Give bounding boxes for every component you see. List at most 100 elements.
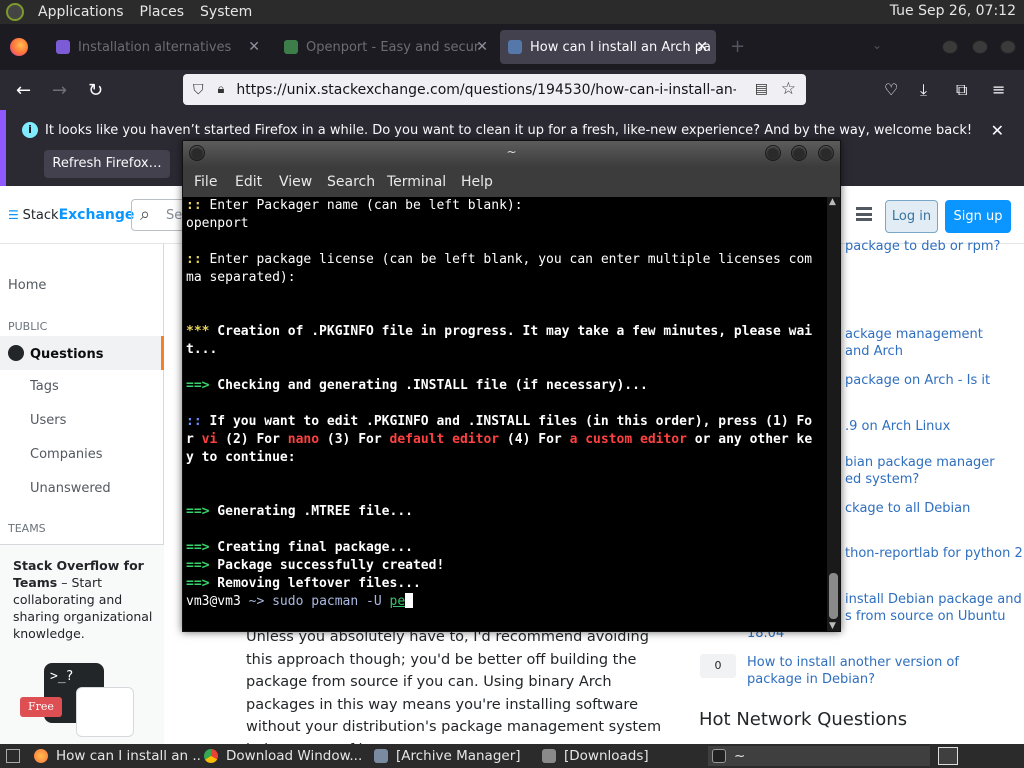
tab-how-can-i-install[interactable]: How can I install an Arch pa ✕ bbox=[500, 30, 716, 64]
chrome-icon bbox=[204, 749, 218, 763]
prompt-arrow: ~> bbox=[240, 594, 273, 609]
terminal-menu-button[interactable] bbox=[189, 145, 205, 161]
term-text: r bbox=[186, 432, 202, 447]
bookmark-star-icon[interactable]: ☆ bbox=[781, 79, 796, 99]
window-maximize-button[interactable] bbox=[972, 40, 988, 54]
signup-button[interactable]: Sign up bbox=[945, 200, 1011, 233]
nav-tags[interactable]: Tags bbox=[30, 379, 59, 394]
term-prefix: :: bbox=[186, 252, 202, 267]
url-bar[interactable]: ⛉ 🔒︎ https://unix.stackexchange.com/ques… bbox=[183, 74, 806, 105]
logo-text-b: Exchange bbox=[58, 207, 135, 223]
terminal-prompt-line[interactable]: vm3@vm3 ~> sudo pacman -U pe bbox=[186, 593, 826, 611]
downloads-icon[interactable]: ⤓ bbox=[920, 80, 927, 100]
navigation-toolbar: ← → ↻ ⛉ 🔒︎ https://unix.stackexchange.co… bbox=[0, 70, 1024, 110]
related-link[interactable]: How to install another version of packag… bbox=[747, 654, 1017, 688]
scroll-down-arrow-icon[interactable]: ▼ bbox=[829, 621, 836, 631]
related-link[interactable]: bian package manager bbox=[845, 454, 995, 471]
extensions-puzzle-icon[interactable]: ⧉ bbox=[956, 80, 967, 100]
taskbar-item-terminal[interactable]: ~ bbox=[708, 746, 930, 766]
terminal-menu-file[interactable]: File bbox=[194, 174, 217, 190]
tracking-shield-icon[interactable]: ⛉ bbox=[193, 82, 204, 98]
taskbar-item-downloads[interactable]: [Downloads] bbox=[542, 746, 708, 766]
reader-view-icon[interactable]: ▤ bbox=[755, 81, 768, 97]
taskbar-item-archive-manager[interactable]: [Archive Manager] bbox=[374, 746, 540, 766]
related-link[interactable]: s from source on Ubuntu bbox=[845, 608, 1006, 625]
tab-installation-alternatives[interactable]: Installation alternatives ✕ bbox=[48, 30, 268, 64]
term-highlight: default editor bbox=[389, 432, 500, 447]
nav-unanswered[interactable]: Unanswered bbox=[30, 481, 111, 496]
distro-logo-icon[interactable] bbox=[6, 3, 24, 21]
teams-promo[interactable]: Stack Overflow for Teams – Start collabo… bbox=[0, 544, 164, 744]
related-link[interactable]: install Debian package and bbox=[845, 591, 1022, 608]
related-link[interactable]: ckage to all Debian bbox=[845, 500, 970, 517]
nav-users[interactable]: Users bbox=[30, 413, 66, 428]
nav-companies[interactable]: Companies bbox=[30, 447, 103, 462]
answer-body: Unless you absolutely have to, I'd recom… bbox=[246, 629, 662, 758]
scroll-up-arrow-icon[interactable]: ▲ bbox=[829, 197, 836, 207]
related-link[interactable]: and Arch bbox=[845, 343, 903, 360]
lock-icon[interactable]: 🔒︎ bbox=[218, 82, 225, 97]
teams-illus-prompt: >_? bbox=[50, 669, 74, 684]
tab-openport[interactable]: Openport - Easy and secur ✕ bbox=[276, 30, 496, 64]
terminal-menu-help[interactable]: Help bbox=[461, 174, 493, 190]
terminal-menu-edit[interactable]: Edit bbox=[235, 174, 262, 190]
site-switcher-icon[interactable] bbox=[856, 207, 872, 221]
forward-arrow-icon[interactable]: → bbox=[52, 80, 67, 101]
related-link[interactable]: package on Arch - Is it bbox=[845, 372, 990, 389]
url-text[interactable]: https://unix.stackexchange.com/questions… bbox=[236, 82, 736, 98]
taskbar-item-chrome[interactable]: Download Window... bbox=[204, 746, 370, 766]
stackexchange-logo[interactable]: ☰ StackExchange bbox=[8, 207, 134, 223]
terminal-maximize-button[interactable] bbox=[791, 145, 807, 161]
tab-list-chevron-down-icon[interactable]: ⌄ bbox=[872, 38, 882, 52]
workspace-switcher[interactable] bbox=[938, 747, 958, 765]
terminal-minimize-button[interactable] bbox=[765, 145, 781, 161]
teams-checklist-illustration bbox=[76, 687, 134, 737]
term-prefix: ==> bbox=[186, 504, 210, 519]
menu-places[interactable]: Places bbox=[132, 4, 193, 20]
pocket-icon[interactable]: ♡ bbox=[884, 80, 898, 99]
related-link[interactable]: package to deb or rpm? bbox=[845, 238, 1000, 255]
nav-home[interactable]: Home bbox=[8, 278, 46, 293]
notification-close-icon[interactable]: ✕ bbox=[991, 121, 1004, 140]
menu-applications[interactable]: Applications bbox=[30, 4, 132, 20]
terminal-close-button[interactable] bbox=[818, 145, 834, 161]
related-link[interactable]: thon-reportlab for python 2 bbox=[845, 545, 1023, 562]
back-arrow-icon[interactable]: ← bbox=[16, 80, 31, 101]
panel-clock[interactable]: Tue Sep 26, 07:12 bbox=[890, 3, 1016, 19]
nav-questions-label: Questions bbox=[30, 347, 104, 362]
term-prefix: :: bbox=[186, 414, 202, 429]
terminal-output[interactable]: :: Enter Packager name (can be left blan… bbox=[186, 197, 826, 631]
nav-questions[interactable]: Questions bbox=[8, 345, 103, 362]
terminal-menu-terminal[interactable]: Terminal bbox=[387, 174, 446, 190]
reload-icon[interactable]: ↻ bbox=[88, 80, 103, 101]
terminal-menu-view[interactable]: View bbox=[279, 174, 312, 190]
tab-close-icon[interactable]: ✕ bbox=[696, 39, 708, 55]
info-icon: i bbox=[22, 122, 38, 138]
menu-system[interactable]: System bbox=[192, 4, 260, 20]
new-tab-plus-icon[interactable]: + bbox=[730, 36, 745, 57]
scrollbar-thumb[interactable] bbox=[829, 573, 838, 619]
prompt-typed-text: pe bbox=[389, 594, 406, 609]
related-link[interactable]: .9 on Arch Linux bbox=[845, 418, 950, 435]
term-text: Creating final package... bbox=[209, 540, 413, 555]
tab-close-icon[interactable]: ✕ bbox=[476, 39, 488, 55]
terminal-menu-search[interactable]: Search bbox=[327, 174, 375, 190]
window-close-button[interactable] bbox=[1000, 40, 1016, 54]
window-minimize-button[interactable] bbox=[942, 40, 958, 54]
related-link[interactable]: ed system? bbox=[845, 471, 919, 488]
related-vote-count: 0 bbox=[700, 654, 736, 678]
tab-label: Installation alternatives bbox=[78, 39, 232, 55]
terminal-titlebar[interactable]: ~ bbox=[183, 141, 840, 167]
term-highlight: nano bbox=[287, 432, 320, 447]
login-button[interactable]: Log in bbox=[885, 200, 938, 233]
terminal-window[interactable]: ~ File Edit View Search Terminal Help ::… bbox=[182, 140, 841, 632]
related-link[interactable]: ackage management bbox=[845, 326, 983, 343]
tab-close-icon[interactable]: ✕ bbox=[248, 39, 260, 55]
show-desktop-icon[interactable] bbox=[6, 749, 20, 763]
refresh-firefox-button[interactable]: Refresh Firefox… bbox=[44, 150, 170, 178]
terminal-scrollbar[interactable]: ▲ ▼ bbox=[827, 197, 840, 631]
hamburger-menu-icon[interactable]: ≡ bbox=[992, 80, 1005, 99]
taskbar-item-firefox[interactable]: How can I install an ... bbox=[34, 746, 200, 766]
